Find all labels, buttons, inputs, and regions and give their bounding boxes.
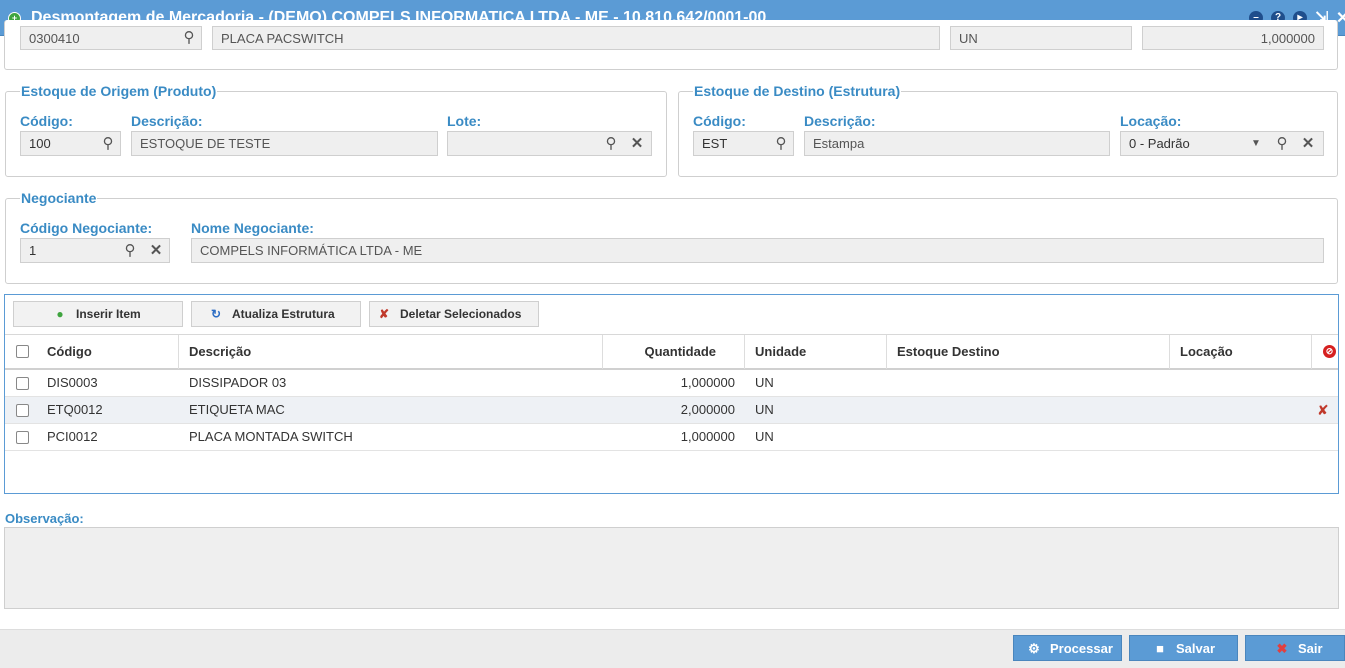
cell-description: DISSIPADOR 03 bbox=[189, 375, 287, 390]
cell-unit: UN bbox=[755, 429, 774, 444]
floppy-icon: ■ bbox=[1156, 641, 1164, 656]
negociante-panel: Negociante Código Negociante: 1 ⚲ ✕ Nome… bbox=[5, 190, 1338, 284]
table-row[interactable]: PCI0012 PLACA MONTADA SWITCH 1,000000 UN bbox=[5, 424, 1338, 451]
location-search-icon[interactable]: ⚲ bbox=[1272, 131, 1292, 156]
col-unit[interactable]: Unidade bbox=[745, 335, 887, 369]
table-row[interactable]: ETQ0012 ETIQUETA MAC 2,000000 UN ✘ bbox=[5, 397, 1338, 424]
exit-button[interactable]: ✖ Sair bbox=[1245, 635, 1345, 661]
origin-desc-input[interactable]: ESTOQUE DE TESTE bbox=[131, 131, 438, 156]
col-description[interactable]: Descrição bbox=[179, 335, 603, 369]
row-checkbox[interactable] bbox=[16, 377, 29, 390]
destination-desc-input[interactable]: Estampa bbox=[804, 131, 1110, 156]
col-location[interactable]: Locação bbox=[1170, 335, 1312, 369]
col-code[interactable]: Código bbox=[37, 335, 179, 369]
col-quantity[interactable]: Quantidade bbox=[603, 335, 745, 369]
negociante-code-label: Código Negociante: bbox=[20, 220, 153, 236]
insert-item-button[interactable]: ● Inserir Item bbox=[13, 301, 183, 327]
negociante-legend: Negociante bbox=[20, 190, 98, 206]
origin-stock-panel: Estoque de Origem (Produto) Código: 100 … bbox=[5, 83, 667, 177]
refresh-icon: ↻ bbox=[210, 307, 222, 321]
gear-icon: ⚙ bbox=[1028, 641, 1040, 656]
delete-selected-button[interactable]: ✘ Deletar Selecionados bbox=[369, 301, 539, 327]
negociante-name-input[interactable]: COMPELS INFORMÁTICA LTDA - ME bbox=[191, 238, 1324, 263]
negociante-clear-icon[interactable]: ✕ bbox=[148, 238, 164, 263]
row-delete-icon[interactable]: ✘ bbox=[1317, 397, 1329, 423]
plus-circle-icon: ● bbox=[56, 307, 64, 321]
delete-column-icon[interactable]: ⊘ bbox=[1323, 345, 1336, 358]
negociante-search-icon[interactable]: ⚲ bbox=[120, 238, 140, 263]
cell-unit: UN bbox=[755, 402, 774, 417]
origin-lote-label: Lote: bbox=[447, 113, 482, 129]
title-overlay bbox=[0, 0, 1345, 36]
origin-legend: Estoque de Origem (Produto) bbox=[20, 83, 218, 99]
select-all-checkbox[interactable] bbox=[16, 345, 29, 358]
destination-desc-label: Descrição: bbox=[804, 113, 876, 129]
origin-lote-input[interactable] bbox=[447, 131, 652, 156]
origin-lote-clear-icon[interactable]: ✕ bbox=[629, 131, 645, 156]
delete-doc-icon: ✘ bbox=[378, 307, 390, 321]
grid-header: Código Descrição Quantidade Unidade Esto… bbox=[5, 334, 1338, 370]
destination-loc-label: Locação: bbox=[1120, 113, 1182, 129]
origin-code-label: Código: bbox=[20, 113, 73, 129]
origin-code-search-icon[interactable]: ⚲ bbox=[98, 131, 118, 156]
cell-code: PCI0012 bbox=[47, 429, 98, 444]
observation-textarea[interactable] bbox=[4, 527, 1339, 609]
origin-lote-search-icon[interactable]: ⚲ bbox=[601, 131, 621, 156]
origin-desc-label: Descrição: bbox=[131, 113, 203, 129]
update-structure-button[interactable]: ↻ Atualiza Estrutura bbox=[191, 301, 361, 327]
destination-legend: Estoque de Destino (Estrutura) bbox=[693, 83, 902, 99]
location-select[interactable]: 0 - Padrão bbox=[1120, 131, 1324, 156]
row-checkbox[interactable] bbox=[16, 404, 29, 417]
destination-stock-panel: Estoque de Destino (Estrutura) Código: E… bbox=[678, 83, 1338, 177]
observation-label: Observação: bbox=[5, 511, 84, 526]
destination-code-label: Código: bbox=[693, 113, 746, 129]
cell-quantity: 1,000000 bbox=[680, 429, 735, 444]
close-circle-icon: ✖ bbox=[1276, 641, 1288, 656]
location-clear-icon[interactable]: ✕ bbox=[1300, 131, 1316, 156]
cell-quantity: 2,000000 bbox=[680, 402, 735, 417]
save-button[interactable]: ■ Salvar bbox=[1129, 635, 1238, 661]
cell-quantity: 1,000000 bbox=[680, 375, 735, 390]
cell-unit: UN bbox=[755, 375, 774, 390]
col-stock[interactable]: Estoque Destino bbox=[887, 335, 1170, 369]
destination-code-search-icon[interactable]: ⚲ bbox=[771, 131, 791, 156]
cell-description: PLACA MONTADA SWITCH bbox=[189, 429, 353, 444]
cell-code: DIS0003 bbox=[47, 375, 98, 390]
process-button[interactable]: ⚙ Processar bbox=[1013, 635, 1122, 661]
items-grid: ● Inserir Item ↻ Atualiza Estrutura ✘ Delet… bbox=[4, 294, 1339, 494]
row-checkbox[interactable] bbox=[16, 431, 29, 444]
table-row[interactable]: DIS0003 DISSIPADOR 03 1,000000 UN bbox=[5, 370, 1338, 397]
cell-code: ETQ0012 bbox=[47, 402, 103, 417]
cell-description: ETIQUETA MAC bbox=[189, 402, 285, 417]
chevron-down-icon[interactable]: ▼ bbox=[1246, 131, 1266, 156]
negociante-name-label: Nome Negociante: bbox=[191, 220, 314, 236]
